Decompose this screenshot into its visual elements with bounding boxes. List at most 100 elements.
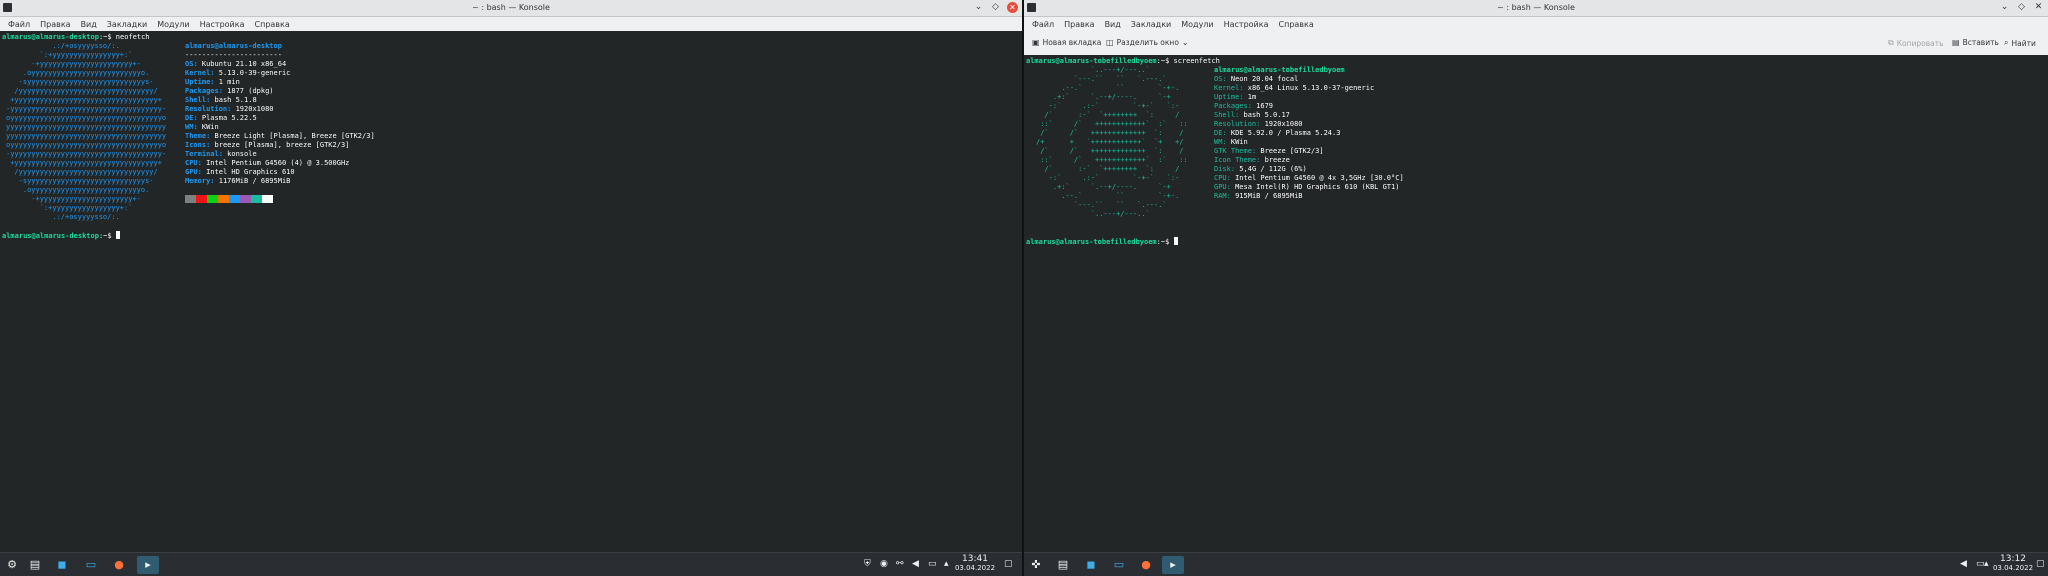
info-row: Icon Theme: breeze (1214, 156, 1290, 165)
left-window-title: ~ : bash — Konsole (472, 3, 550, 12)
info-value: Intel Pentium G4560 @ 4x 3,5GHz [30.0°C] (1235, 174, 1404, 182)
menu-plugins[interactable]: Модули (1176, 17, 1218, 31)
menu-edit[interactable]: Правка (35, 17, 75, 31)
info-key: Shell (185, 96, 207, 104)
left-terminal[interactable]: almarus@almarus-desktop:~$ neofetch .:/+… (0, 31, 1022, 576)
firefox-icon[interactable]: ● (1137, 556, 1155, 574)
tray-expand-icon[interactable]: ▴ (944, 559, 949, 569)
text-cursor (1173, 237, 1178, 245)
info-value: Breeze Light [Plasma], Breeze [GTK2/3] (214, 132, 375, 140)
info-key: Packages (185, 87, 219, 95)
menu-plugins[interactable]: Модули (152, 17, 194, 31)
menu-view[interactable]: Вид (1100, 17, 1126, 31)
close-icon[interactable]: ✕ (1007, 2, 1018, 13)
info-row: OS: Neon 20.04 focal (1214, 75, 1298, 84)
menu-help[interactable]: Справка (1274, 17, 1319, 31)
info-row: Packages: 1679 (1214, 102, 1273, 111)
info-row: Uptime: 1m (1214, 93, 1256, 102)
info-colon: : (1222, 138, 1231, 146)
discover-icon[interactable]: ◼ (53, 556, 71, 574)
menu-help[interactable]: Справка (250, 17, 295, 31)
new-tab-icon: ▣ (1032, 38, 1040, 47)
dolphin-icon[interactable]: ▭ (1110, 556, 1128, 574)
info-value: Neon 20.04 focal (1230, 75, 1299, 83)
info-key: GPU (185, 168, 198, 176)
info-key: Theme (185, 132, 207, 140)
dolphin-icon[interactable]: ▭ (82, 556, 100, 574)
info-row: Shell: bash 5.0.17 (1214, 111, 1290, 120)
minimize-icon[interactable]: ⌄ (1999, 2, 2010, 13)
konsole-task-icon[interactable]: ▸ (1164, 556, 1182, 574)
find-button[interactable]: ⌕ Найти (2004, 38, 2036, 48)
ascii-art-line: `---.`` `` `.---.` (1036, 201, 1167, 209)
info-row: WM: KWin (185, 123, 219, 132)
copy-button[interactable]: ⧉ Копировать (1888, 38, 1944, 48)
volume-icon[interactable]: ◀ (1960, 559, 1967, 569)
palette-swatch (207, 195, 218, 203)
menu-bookmarks[interactable]: Закладки (102, 17, 152, 31)
info-colon: : (197, 168, 207, 176)
info-value: KWin (201, 123, 219, 131)
info-row: Memory: 1176MiB / 6895MiB (185, 177, 290, 186)
tray-updates-icon[interactable]: ◉ (880, 559, 888, 569)
info-colon: : (1256, 120, 1265, 128)
info-value: Kubuntu 21.10 x86_64 (201, 60, 287, 68)
info-row: Packages: 1877 (dpkg) (185, 87, 274, 96)
close-icon[interactable]: ✕ (2033, 2, 2044, 13)
info-colon: : (206, 96, 215, 104)
menu-view[interactable]: Вид (76, 17, 102, 31)
ascii-art-line: -+yyyyyyyyyyyyyyyyyyyyyy+- (6, 195, 141, 203)
show-desktop-icon[interactable]: ▢ (1004, 559, 1013, 569)
info-key: GPU (1214, 183, 1227, 191)
digital-clock[interactable]: 13:12 03.04.2022 (1990, 554, 2036, 573)
info-key: Disk (1214, 165, 1231, 173)
right-menubar: Файл Правка Вид Закладки Модули Настройк… (1024, 17, 2048, 31)
menu-file[interactable]: Файл (3, 17, 35, 31)
digital-clock[interactable]: 13:41 03.04.2022 (952, 554, 998, 573)
info-row: GTK Theme: Breeze [GTK2/3] (1214, 147, 1324, 156)
konsole-task-icon[interactable]: ▸ (139, 556, 157, 574)
tray-network-icon[interactable]: ⛨ (864, 559, 871, 569)
tray-kdeconnect-icon[interactable]: ⚯ (896, 559, 904, 569)
ascii-art-line: -syyyyyyyyyyyyyyyyyyyyyyyyyyyys- (6, 78, 154, 86)
menu-edit[interactable]: Правка (1059, 17, 1099, 31)
volume-icon[interactable]: ◀ (912, 559, 919, 569)
discover-icon[interactable]: ◼ (1082, 556, 1100, 574)
tray-expand-icon[interactable]: ▴ (1984, 559, 1989, 569)
app-launcher-icon[interactable]: ✜ (1027, 556, 1045, 574)
info-row: GPU: Intel HD Graphics 610 (185, 168, 295, 177)
prompt-line-active: almarus@almarus-tobefilledbyoem:~$ (1026, 237, 1178, 246)
show-desktop-icon[interactable]: ▢ (2036, 559, 2045, 569)
new-tab-button[interactable]: ▣ Новая вкладка (1032, 38, 1101, 47)
monitor-icon[interactable]: ▭ (928, 559, 937, 569)
palette-swatch (262, 195, 273, 203)
maximize-icon[interactable]: ◇ (2016, 2, 2027, 13)
info-value: KWin (1230, 138, 1248, 146)
info-colon: : (210, 78, 219, 86)
left-titlebar[interactable]: ~ : bash — Konsole ⌄ ◇ ✕ (0, 0, 1022, 17)
pager-icon[interactable]: ▤ (1054, 556, 1072, 574)
right-terminal[interactable]: almarus@almarus-tobefilledbyoem:~$ scree… (1024, 55, 2048, 576)
info-row: Disk: 5,4G / 112G (6%) (1214, 165, 1307, 174)
color-palette (185, 195, 273, 203)
right-titlebar[interactable]: ~ : bash — Konsole ⌄ ◇ ✕ (1024, 0, 2048, 17)
split-view-button[interactable]: ◫ Разделить окно ⌄ (1106, 38, 1189, 47)
info-value: Intel HD Graphics 610 (206, 168, 295, 176)
maximize-icon[interactable]: ◇ (990, 2, 1001, 13)
menu-file[interactable]: Файл (1027, 17, 1059, 31)
ascii-art-line: .:/+osyyyysso/:. (6, 213, 120, 221)
konsole-toolbar: ▣ Новая вкладка ◫ Разделить окно ⌄ ⧉ Копиров… (1024, 31, 2048, 56)
firefox-icon[interactable]: ● (110, 556, 128, 574)
ascii-art-line: -:` .:-` `-+-` `:- (1036, 174, 1180, 182)
menu-settings[interactable]: Настройка (1219, 17, 1274, 31)
menu-settings[interactable]: Настройка (195, 17, 250, 31)
app-launcher-icon[interactable]: ⚙ (3, 556, 21, 574)
ascii-art-line: -yyyyyyyyyyyyyyyyyyyyyyyyyyyyyyyyyyyy- (6, 105, 167, 113)
paste-button[interactable]: ▤ Вставить (1952, 38, 1999, 47)
info-colon: : (193, 123, 202, 131)
info-colon: : (197, 159, 207, 167)
pager-icon[interactable]: ▤ (26, 556, 44, 574)
info-value: Breeze [GTK2/3] (1260, 147, 1324, 155)
menu-bookmarks[interactable]: Закладки (1126, 17, 1176, 31)
minimize-icon[interactable]: ⌄ (973, 2, 984, 13)
